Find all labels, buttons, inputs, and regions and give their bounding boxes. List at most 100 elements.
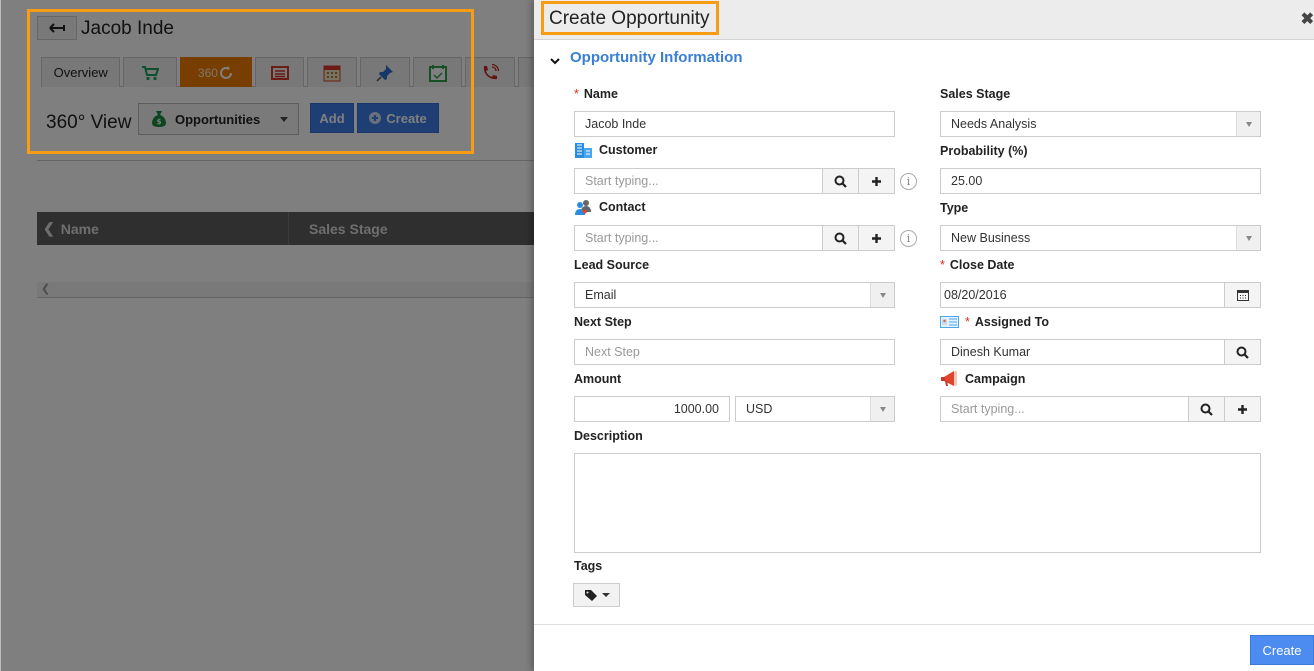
section-header[interactable]: Opportunity Information — [550, 48, 742, 66]
customer-add-button[interactable] — [858, 169, 894, 193]
pin-icon — [376, 64, 393, 82]
plus-circle-icon — [369, 112, 382, 124]
footer-divider — [534, 624, 1314, 625]
create-opportunity-modal: Create Opportunity ✖ Opportunity Informa… — [534, 0, 1314, 671]
dropdown-arrow-icon[interactable] — [870, 397, 894, 421]
name-input[interactable]: Jacob Inde — [574, 111, 895, 137]
name-label: * Name — [574, 87, 618, 101]
tab-overview[interactable]: Overview — [41, 57, 121, 87]
campaign-add-button[interactable] — [1224, 397, 1260, 421]
notes-icon — [270, 65, 289, 80]
back-button[interactable] — [37, 16, 77, 40]
tab-360[interactable]: 360 — [180, 57, 252, 87]
sales-stage-select[interactable]: Needs Analysis — [940, 111, 1261, 137]
megaphone-icon — [941, 371, 957, 386]
dropdown-arrow-icon[interactable] — [1236, 226, 1260, 250]
probability-label: Probability (%) — [940, 144, 1028, 158]
close-date-input[interactable]: 08/20/2016 — [940, 282, 1261, 308]
building-icon — [575, 143, 592, 158]
sales-stage-label: Sales Stage — [940, 87, 1011, 101]
chevron-down-icon — [280, 117, 288, 122]
search-icon — [834, 232, 847, 245]
contacts-icon — [575, 200, 591, 215]
customer-search-button[interactable] — [822, 169, 858, 193]
phone-icon — [484, 63, 500, 79]
cart-icon — [142, 65, 160, 80]
column-header-sales-stage[interactable]: Sales Stage — [289, 221, 388, 237]
campaign-label: Campaign — [940, 370, 1025, 387]
record-tabs: Overview 360 — [41, 57, 534, 87]
tab-calls[interactable] — [465, 57, 516, 87]
tab-calendar[interactable] — [307, 57, 358, 87]
contact-input[interactable]: Start typing... — [574, 225, 895, 251]
scroll-left-icon[interactable]: ❮ — [41, 283, 50, 295]
search-icon — [834, 175, 847, 188]
customer-info-icon[interactable]: i — [900, 173, 917, 190]
currency-select[interactable]: USD — [735, 396, 895, 422]
chevron-left-icon[interactable]: ❮ — [43, 220, 55, 237]
modal-title: Create Opportunity — [549, 8, 710, 29]
close-icon[interactable]: ✖ — [1301, 9, 1314, 29]
dropdown-arrow-icon[interactable] — [870, 283, 894, 307]
tab-pins[interactable] — [360, 57, 410, 87]
lead-source-select[interactable]: Email — [574, 282, 895, 308]
horizontal-scrollbar[interactable]: ❮ — [37, 282, 534, 298]
customer-input[interactable]: Start typing... — [574, 168, 895, 194]
svg-text:$: $ — [157, 118, 162, 126]
type-label: Type — [940, 201, 969, 215]
section-title: Opportunity Information — [570, 48, 743, 66]
description-label: Description — [574, 429, 643, 443]
tab-products[interactable] — [123, 57, 178, 87]
campaign-search-button[interactable] — [1188, 397, 1224, 421]
tab-notes[interactable] — [254, 57, 305, 87]
background-record-page: Jacob Inde Overview 360 360° View $ Oppo… — [0, 0, 534, 671]
close-date-label: * Close Date — [940, 258, 1015, 272]
caret-down-icon — [601, 593, 610, 597]
amount-label: Amount — [574, 372, 622, 386]
description-textarea[interactable] — [574, 453, 1261, 553]
tags-dropdown-button[interactable] — [573, 583, 620, 607]
modal-backdrop[interactable] — [1, 0, 534, 671]
search-icon — [1200, 403, 1213, 416]
task-calendar-icon — [428, 64, 447, 82]
calendar-icon — [1236, 290, 1249, 301]
search-icon — [1236, 346, 1249, 359]
add-button[interactable]: Add — [310, 103, 354, 133]
modal-header: Create Opportunity ✖ — [534, 0, 1314, 40]
contact-add-button[interactable] — [858, 226, 894, 250]
create-record-button[interactable]: Create — [357, 103, 439, 133]
campaign-input[interactable]: Start typing... — [940, 396, 1261, 422]
customer-label: Customer — [574, 142, 657, 158]
id-card-icon — [940, 316, 959, 328]
refresh-icon — [219, 65, 232, 79]
tags-label: Tags — [574, 559, 603, 573]
assigned-to-search-button[interactable] — [1224, 340, 1260, 364]
lead-source-label: Lead Source — [574, 258, 650, 272]
probability-input[interactable]: 25.00 — [940, 168, 1261, 194]
next-step-label: Next Step — [574, 315, 632, 329]
next-step-input[interactable]: Next Step — [574, 339, 895, 365]
amount-input[interactable]: 1000.00 — [574, 396, 730, 422]
table-header: ❮ Name Sales Stage — [37, 212, 534, 245]
create-button[interactable]: Create — [1250, 635, 1314, 665]
contact-search-button[interactable] — [822, 226, 858, 250]
column-header-name[interactable]: ❮ Name — [37, 212, 289, 245]
module-dropdown[interactable]: $ Opportunities — [138, 103, 299, 135]
plus-icon — [872, 176, 881, 186]
assigned-to-label: * Assigned To — [940, 315, 1049, 329]
tab-tasks[interactable] — [412, 57, 463, 87]
chevron-down-icon — [550, 58, 560, 65]
date-picker-button[interactable] — [1224, 283, 1260, 307]
type-select[interactable]: New Business — [940, 225, 1261, 251]
view-label: 360° View — [46, 112, 132, 133]
arrow-left-icon — [49, 23, 65, 33]
assigned-to-input[interactable]: Dinesh Kumar — [940, 339, 1261, 365]
tab-more[interactable] — [518, 57, 534, 87]
contact-label: Contact — [574, 199, 646, 215]
contact-info-icon[interactable]: i — [900, 230, 917, 247]
dropdown-arrow-icon[interactable] — [1236, 112, 1260, 136]
plus-icon — [872, 233, 881, 243]
calendar-icon — [323, 65, 341, 81]
record-title: Jacob Inde — [81, 18, 174, 39]
divider — [37, 160, 534, 161]
